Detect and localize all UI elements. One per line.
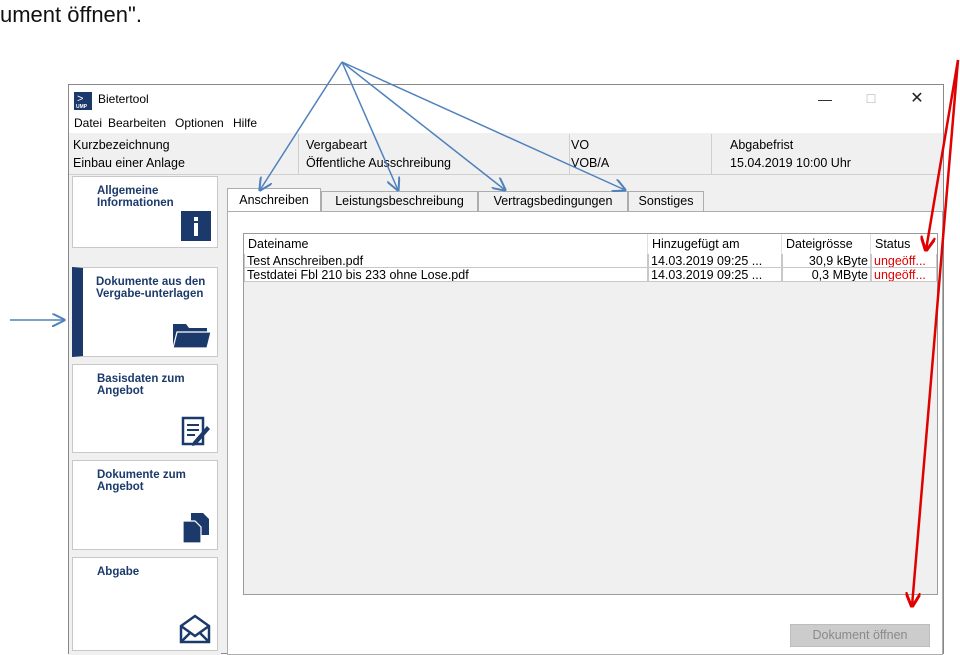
sidebar-item-dokumente-angebot[interactable]: Dokumente zum Angebot (72, 460, 218, 550)
app-window: > UMP Bietertool — ☐ ✕ Datei Bearbeiten … (68, 84, 945, 655)
info-kurzbezeichnung: Kurzbezeichnung Einbau einer Anlage (69, 134, 299, 174)
sidebar-item-basisdaten-angebot[interactable]: Basisdaten zum Angebot (72, 364, 218, 453)
info-vo: VO VOB/A (567, 134, 712, 174)
status-badge: ungeöff... (871, 254, 937, 268)
column-header-dateigroesse[interactable]: Dateigrösse (782, 234, 871, 254)
documents-icon (182, 513, 209, 543)
menu-bar: Datei Bearbeiten Optionen Hilfe (69, 113, 943, 133)
folder-icon (172, 324, 211, 349)
sidebar-item-dokumente-vergabeunterlagen[interactable]: Dokumente aus den Vergabe-unterlagen (72, 267, 218, 357)
open-document-button[interactable]: Dokument öffnen (790, 624, 930, 647)
window-title: Bietertool (98, 92, 149, 106)
tab-anschreiben[interactable]: Anschreiben (227, 188, 321, 212)
sidebar: Allgemeine Informationen Dokumente aus d… (69, 176, 221, 655)
info-abgabefrist: Abgabefrist 15.04.2019 10:00 Uhr (730, 138, 851, 170)
table-row[interactable]: Testdatei Fbl 210 bis 233 ohne Lose.pdf … (244, 268, 937, 282)
app-logo-icon: > UMP (74, 92, 92, 110)
column-header-hinzugefuegt[interactable]: Hinzugefügt am (648, 234, 782, 254)
table-header: Dateiname Hinzugefügt am Dateigrösse Sta… (244, 234, 937, 254)
maximize-button[interactable]: ☐ (848, 87, 894, 111)
close-button[interactable]: ✕ (894, 87, 940, 111)
menu-datei[interactable]: Datei (74, 116, 102, 130)
menu-bearbeiten[interactable]: Bearbeiten (108, 116, 166, 130)
tender-info-bar: Kurzbezeichnung Einbau einer Anlage Verg… (69, 134, 943, 175)
tab-vertragsbedingungen[interactable]: Vertragsbedingungen (478, 191, 628, 211)
main-content: Anschreiben Leistungsbeschreibung Vertra… (227, 188, 945, 655)
sidebar-item-abgabe[interactable]: Abgabe (72, 557, 218, 651)
envelope-icon (179, 614, 211, 644)
table-row[interactable]: Test Anschreiben.pdf 14.03.2019 09:25 ..… (244, 254, 937, 268)
info-vergabeart: Vergabeart Öffentliche Ausschreibung (302, 134, 570, 174)
document-text-fragment: ument öffnen". (0, 2, 142, 27)
title-bar[interactable]: > UMP Bietertool — ☐ ✕ (69, 85, 943, 113)
file-table: Dateiname Hinzugefügt am Dateigrösse Sta… (243, 233, 938, 595)
edit-document-icon (181, 416, 210, 446)
minimize-button[interactable]: — (802, 87, 848, 111)
tab-leistungsbeschreibung[interactable]: Leistungsbeschreibung (321, 191, 478, 211)
sidebar-item-allgemeine-informationen[interactable]: Allgemeine Informationen (72, 176, 218, 248)
info-icon (181, 211, 211, 241)
status-badge: ungeöff... (871, 268, 937, 282)
tab-panel: Dateiname Hinzugefügt am Dateigrösse Sta… (227, 211, 943, 655)
column-header-dateiname[interactable]: Dateiname (244, 234, 648, 254)
menu-hilfe[interactable]: Hilfe (233, 116, 257, 130)
menu-optionen[interactable]: Optionen (175, 116, 224, 130)
column-header-status[interactable]: Status (871, 234, 937, 254)
tab-sonstiges[interactable]: Sonstiges (628, 191, 704, 211)
